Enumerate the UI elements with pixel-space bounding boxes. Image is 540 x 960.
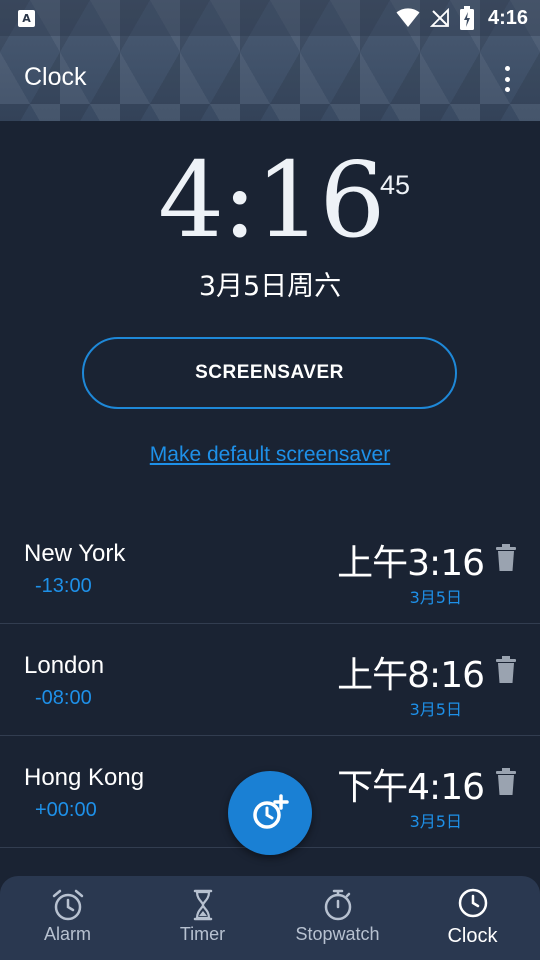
- status-time: 4:16: [487, 6, 528, 29]
- add-clock-icon: [253, 794, 289, 829]
- current-date: 3月5日周六: [198, 271, 342, 302]
- wifi-icon: [396, 8, 420, 27]
- nav-stopwatch[interactable]: Stopwatch: [270, 876, 405, 960]
- battery-charging-icon: [459, 6, 474, 30]
- make-default-screensaver-link[interactable]: Make default screensaver: [0, 443, 540, 467]
- delete-icon[interactable]: [495, 768, 517, 796]
- page-title: Clock: [24, 63, 87, 91]
- delete-icon[interactable]: [495, 656, 517, 684]
- stopwatch-icon: [324, 889, 351, 921]
- city-name: Hong Kong: [24, 764, 145, 791]
- more-vert-icon[interactable]: [496, 64, 518, 94]
- city-offset: -08:00: [35, 687, 92, 709]
- city-date: 3月5日: [409, 588, 462, 607]
- city-offset: -13:00: [35, 575, 92, 597]
- delete-icon[interactable]: [495, 544, 517, 572]
- city-row-new-york[interactable]: New York -13:00 上午3:16 3月5日: [0, 512, 540, 624]
- clock-icon: [458, 888, 487, 918]
- city-time: 下午4:16: [337, 767, 485, 808]
- no-signal-icon: [429, 8, 449, 27]
- nav-timer[interactable]: Timer: [135, 876, 270, 960]
- city-offset: +00:00: [35, 799, 97, 821]
- city-row-london[interactable]: London -08:00 上午8:16 3月5日: [0, 624, 540, 736]
- city-date: 3月5日: [409, 700, 462, 719]
- hourglass-icon: [193, 889, 212, 921]
- current-seconds: 45: [380, 170, 411, 200]
- city-name: London: [24, 652, 105, 679]
- status-right-group: 4:16: [396, 0, 528, 36]
- notification-app-icon: A: [18, 10, 35, 27]
- app-header: A 4:16 Clock: [0, 0, 540, 121]
- nav-label: Timer: [179, 924, 226, 944]
- city-name: New York: [24, 540, 126, 567]
- current-time: 4:16: [158, 139, 386, 261]
- nav-label: Clock: [447, 925, 498, 947]
- nav-label: Alarm: [43, 924, 91, 944]
- alarm-icon: [52, 889, 83, 921]
- nav-label: Stopwatch: [295, 924, 380, 944]
- screensaver-button[interactable]: SCREENSAVER: [82, 337, 457, 409]
- nav-clock[interactable]: Clock: [405, 876, 540, 960]
- add-city-button[interactable]: [228, 771, 312, 855]
- city-date: 3月5日: [409, 812, 462, 831]
- city-time: 上午8:16: [337, 655, 485, 696]
- status-bar: A 4:16: [0, 0, 540, 36]
- city-time: 上午3:16: [337, 543, 485, 584]
- bottom-navigation: Alarm Timer Stopwatch Clock: [0, 876, 540, 960]
- nav-alarm[interactable]: Alarm: [0, 876, 135, 960]
